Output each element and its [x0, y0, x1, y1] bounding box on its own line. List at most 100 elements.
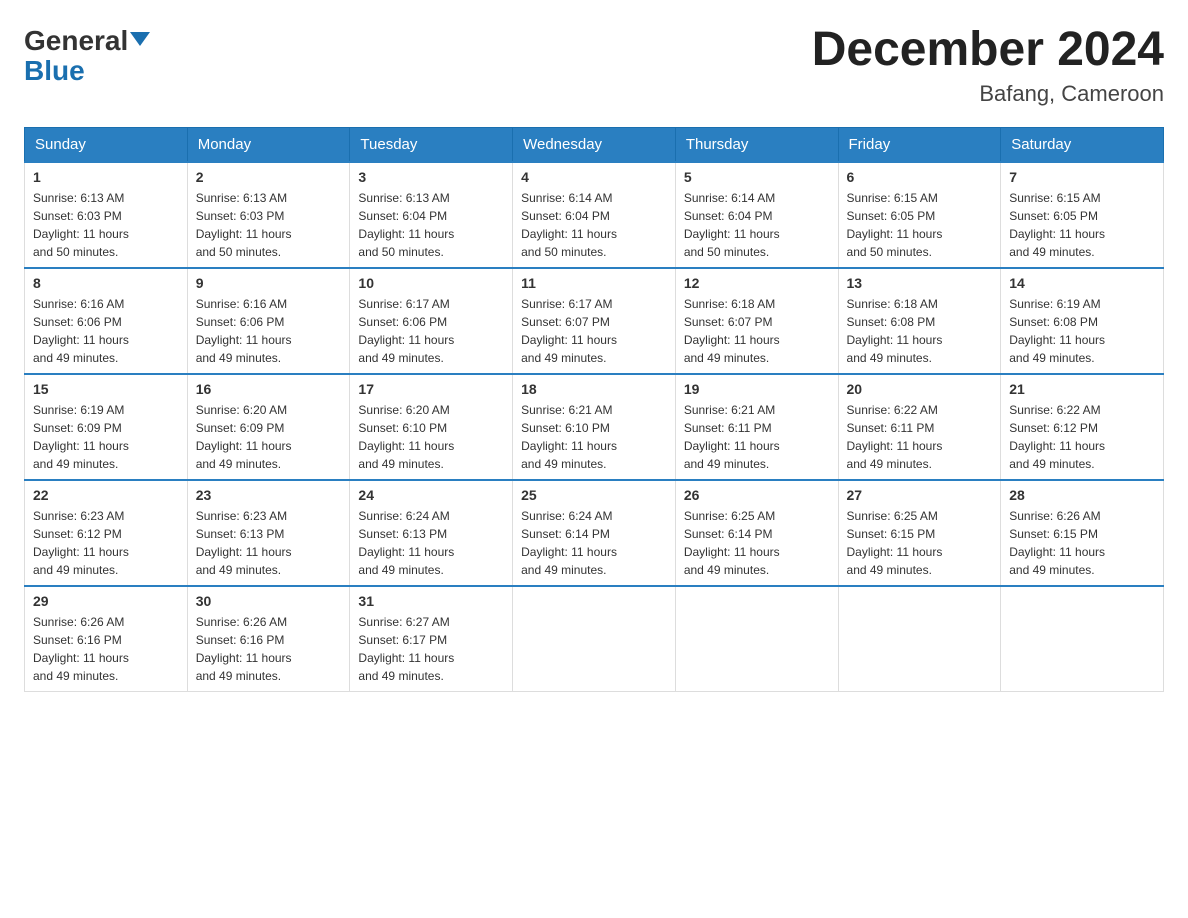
- calendar-header-monday: Monday: [187, 127, 350, 162]
- day-info: Sunrise: 6:14 AMSunset: 6:04 PMDaylight:…: [684, 189, 830, 261]
- day-info: Sunrise: 6:26 AMSunset: 6:15 PMDaylight:…: [1009, 507, 1155, 579]
- page-header: General Blue December 2024 Bafang, Camer…: [24, 24, 1164, 107]
- calendar-week-row: 8 Sunrise: 6:16 AMSunset: 6:06 PMDayligh…: [25, 268, 1164, 374]
- day-number: 13: [847, 275, 993, 291]
- calendar-cell: 25 Sunrise: 6:24 AMSunset: 6:14 PMDaylig…: [513, 480, 676, 586]
- day-number: 3: [358, 169, 504, 185]
- calendar-table: SundayMondayTuesdayWednesdayThursdayFrid…: [24, 127, 1164, 692]
- calendar-cell: 2 Sunrise: 6:13 AMSunset: 6:03 PMDayligh…: [187, 162, 350, 268]
- day-info: Sunrise: 6:22 AMSunset: 6:11 PMDaylight:…: [847, 401, 993, 473]
- day-info: Sunrise: 6:19 AMSunset: 6:08 PMDaylight:…: [1009, 295, 1155, 367]
- calendar-cell: 31 Sunrise: 6:27 AMSunset: 6:17 PMDaylig…: [350, 586, 513, 692]
- calendar-cell: 14 Sunrise: 6:19 AMSunset: 6:08 PMDaylig…: [1001, 268, 1164, 374]
- calendar-header-thursday: Thursday: [675, 127, 838, 162]
- calendar-header-sunday: Sunday: [25, 127, 188, 162]
- calendar-cell: 13 Sunrise: 6:18 AMSunset: 6:08 PMDaylig…: [838, 268, 1001, 374]
- calendar-cell: 4 Sunrise: 6:14 AMSunset: 6:04 PMDayligh…: [513, 162, 676, 268]
- day-info: Sunrise: 6:24 AMSunset: 6:14 PMDaylight:…: [521, 507, 667, 579]
- day-number: 5: [684, 169, 830, 185]
- day-number: 14: [1009, 275, 1155, 291]
- day-number: 31: [358, 593, 504, 609]
- day-number: 4: [521, 169, 667, 185]
- day-info: Sunrise: 6:23 AMSunset: 6:12 PMDaylight:…: [33, 507, 179, 579]
- day-info: Sunrise: 6:17 AMSunset: 6:07 PMDaylight:…: [521, 295, 667, 367]
- day-info: Sunrise: 6:18 AMSunset: 6:07 PMDaylight:…: [684, 295, 830, 367]
- day-info: Sunrise: 6:13 AMSunset: 6:04 PMDaylight:…: [358, 189, 504, 261]
- calendar-cell: 24 Sunrise: 6:24 AMSunset: 6:13 PMDaylig…: [350, 480, 513, 586]
- calendar-cell: 12 Sunrise: 6:18 AMSunset: 6:07 PMDaylig…: [675, 268, 838, 374]
- calendar-cell: 27 Sunrise: 6:25 AMSunset: 6:15 PMDaylig…: [838, 480, 1001, 586]
- day-number: 12: [684, 275, 830, 291]
- calendar-week-row: 29 Sunrise: 6:26 AMSunset: 6:16 PMDaylig…: [25, 586, 1164, 692]
- calendar-cell: 15 Sunrise: 6:19 AMSunset: 6:09 PMDaylig…: [25, 374, 188, 480]
- day-info: Sunrise: 6:13 AMSunset: 6:03 PMDaylight:…: [33, 189, 179, 261]
- calendar-cell: 29 Sunrise: 6:26 AMSunset: 6:16 PMDaylig…: [25, 586, 188, 692]
- day-info: Sunrise: 6:26 AMSunset: 6:16 PMDaylight:…: [33, 613, 179, 685]
- day-number: 15: [33, 381, 179, 397]
- day-number: 18: [521, 381, 667, 397]
- logo-general-text: General: [24, 24, 128, 58]
- day-number: 6: [847, 169, 993, 185]
- calendar-cell: 30 Sunrise: 6:26 AMSunset: 6:16 PMDaylig…: [187, 586, 350, 692]
- day-number: 25: [521, 487, 667, 503]
- calendar-cell: 21 Sunrise: 6:22 AMSunset: 6:12 PMDaylig…: [1001, 374, 1164, 480]
- calendar-cell: 5 Sunrise: 6:14 AMSunset: 6:04 PMDayligh…: [675, 162, 838, 268]
- calendar-cell: [838, 586, 1001, 692]
- calendar-cell: 9 Sunrise: 6:16 AMSunset: 6:06 PMDayligh…: [187, 268, 350, 374]
- day-number: 22: [33, 487, 179, 503]
- calendar-cell: 19 Sunrise: 6:21 AMSunset: 6:11 PMDaylig…: [675, 374, 838, 480]
- day-info: Sunrise: 6:20 AMSunset: 6:10 PMDaylight:…: [358, 401, 504, 473]
- logo-blue-text: Blue: [24, 54, 150, 88]
- calendar-header-friday: Friday: [838, 127, 1001, 162]
- calendar-cell: 28 Sunrise: 6:26 AMSunset: 6:15 PMDaylig…: [1001, 480, 1164, 586]
- day-info: Sunrise: 6:26 AMSunset: 6:16 PMDaylight:…: [196, 613, 342, 685]
- day-number: 21: [1009, 381, 1155, 397]
- day-info: Sunrise: 6:17 AMSunset: 6:06 PMDaylight:…: [358, 295, 504, 367]
- calendar-week-row: 22 Sunrise: 6:23 AMSunset: 6:12 PMDaylig…: [25, 480, 1164, 586]
- day-info: Sunrise: 6:25 AMSunset: 6:15 PMDaylight:…: [847, 507, 993, 579]
- calendar-cell: [675, 586, 838, 692]
- calendar-subtitle: Bafang, Cameroon: [812, 81, 1164, 107]
- day-number: 16: [196, 381, 342, 397]
- calendar-cell: 26 Sunrise: 6:25 AMSunset: 6:14 PMDaylig…: [675, 480, 838, 586]
- logo-triangle-icon: [130, 32, 150, 46]
- day-number: 8: [33, 275, 179, 291]
- calendar-title-block: December 2024 Bafang, Cameroon: [812, 24, 1164, 107]
- day-number: 17: [358, 381, 504, 397]
- day-info: Sunrise: 6:20 AMSunset: 6:09 PMDaylight:…: [196, 401, 342, 473]
- calendar-header-tuesday: Tuesday: [350, 127, 513, 162]
- day-number: 26: [684, 487, 830, 503]
- logo: General Blue: [24, 24, 150, 87]
- day-info: Sunrise: 6:23 AMSunset: 6:13 PMDaylight:…: [196, 507, 342, 579]
- calendar-cell: 16 Sunrise: 6:20 AMSunset: 6:09 PMDaylig…: [187, 374, 350, 480]
- day-info: Sunrise: 6:27 AMSunset: 6:17 PMDaylight:…: [358, 613, 504, 685]
- calendar-cell: 3 Sunrise: 6:13 AMSunset: 6:04 PMDayligh…: [350, 162, 513, 268]
- day-number: 1: [33, 169, 179, 185]
- day-info: Sunrise: 6:18 AMSunset: 6:08 PMDaylight:…: [847, 295, 993, 367]
- day-info: Sunrise: 6:25 AMSunset: 6:14 PMDaylight:…: [684, 507, 830, 579]
- day-number: 2: [196, 169, 342, 185]
- day-info: Sunrise: 6:24 AMSunset: 6:13 PMDaylight:…: [358, 507, 504, 579]
- day-info: Sunrise: 6:16 AMSunset: 6:06 PMDaylight:…: [33, 295, 179, 367]
- calendar-cell: 18 Sunrise: 6:21 AMSunset: 6:10 PMDaylig…: [513, 374, 676, 480]
- day-number: 28: [1009, 487, 1155, 503]
- calendar-week-row: 1 Sunrise: 6:13 AMSunset: 6:03 PMDayligh…: [25, 162, 1164, 268]
- calendar-header-row: SundayMondayTuesdayWednesdayThursdayFrid…: [25, 127, 1164, 162]
- calendar-cell: 20 Sunrise: 6:22 AMSunset: 6:11 PMDaylig…: [838, 374, 1001, 480]
- day-number: 11: [521, 275, 667, 291]
- day-info: Sunrise: 6:21 AMSunset: 6:11 PMDaylight:…: [684, 401, 830, 473]
- day-info: Sunrise: 6:22 AMSunset: 6:12 PMDaylight:…: [1009, 401, 1155, 473]
- day-info: Sunrise: 6:15 AMSunset: 6:05 PMDaylight:…: [1009, 189, 1155, 261]
- day-number: 20: [847, 381, 993, 397]
- calendar-week-row: 15 Sunrise: 6:19 AMSunset: 6:09 PMDaylig…: [25, 374, 1164, 480]
- day-number: 30: [196, 593, 342, 609]
- day-info: Sunrise: 6:13 AMSunset: 6:03 PMDaylight:…: [196, 189, 342, 261]
- calendar-cell: 17 Sunrise: 6:20 AMSunset: 6:10 PMDaylig…: [350, 374, 513, 480]
- calendar-cell: 10 Sunrise: 6:17 AMSunset: 6:06 PMDaylig…: [350, 268, 513, 374]
- day-number: 29: [33, 593, 179, 609]
- day-info: Sunrise: 6:15 AMSunset: 6:05 PMDaylight:…: [847, 189, 993, 261]
- day-number: 24: [358, 487, 504, 503]
- day-info: Sunrise: 6:21 AMSunset: 6:10 PMDaylight:…: [521, 401, 667, 473]
- day-number: 9: [196, 275, 342, 291]
- calendar-cell: 23 Sunrise: 6:23 AMSunset: 6:13 PMDaylig…: [187, 480, 350, 586]
